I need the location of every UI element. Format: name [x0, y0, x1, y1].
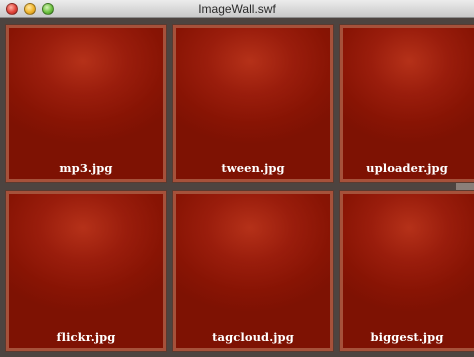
image-tile-biggest[interactable]: biggest.jpg	[340, 191, 474, 351]
image-tile-tagcloud[interactable]: tagcloud.jpg	[173, 191, 333, 351]
image-tile-mp3[interactable]: mp3.jpg	[6, 25, 166, 182]
app-window: ImageWall.swf mp3.jpg tween.jpg uploader…	[0, 0, 474, 357]
image-wall: mp3.jpg tween.jpg uploader.jpg flickr.jp…	[0, 18, 474, 357]
image-tile-tween[interactable]: tween.jpg	[173, 25, 333, 182]
image-tile-uploader[interactable]: uploader.jpg	[340, 25, 474, 182]
title-bar[interactable]: ImageWall.swf	[0, 0, 474, 18]
tile-caption: flickr.jpg	[56, 330, 116, 344]
tile-caption: uploader.jpg	[366, 161, 448, 175]
tile-caption: mp3.jpg	[59, 161, 113, 175]
window-title: ImageWall.swf	[198, 2, 276, 16]
tile-caption: biggest.jpg	[370, 330, 444, 344]
tile-caption: tagcloud.jpg	[212, 330, 294, 344]
image-tile-flickr[interactable]: flickr.jpg	[6, 191, 166, 351]
tile-caption: tween.jpg	[221, 161, 285, 175]
horizontal-divider-handle	[456, 183, 474, 190]
